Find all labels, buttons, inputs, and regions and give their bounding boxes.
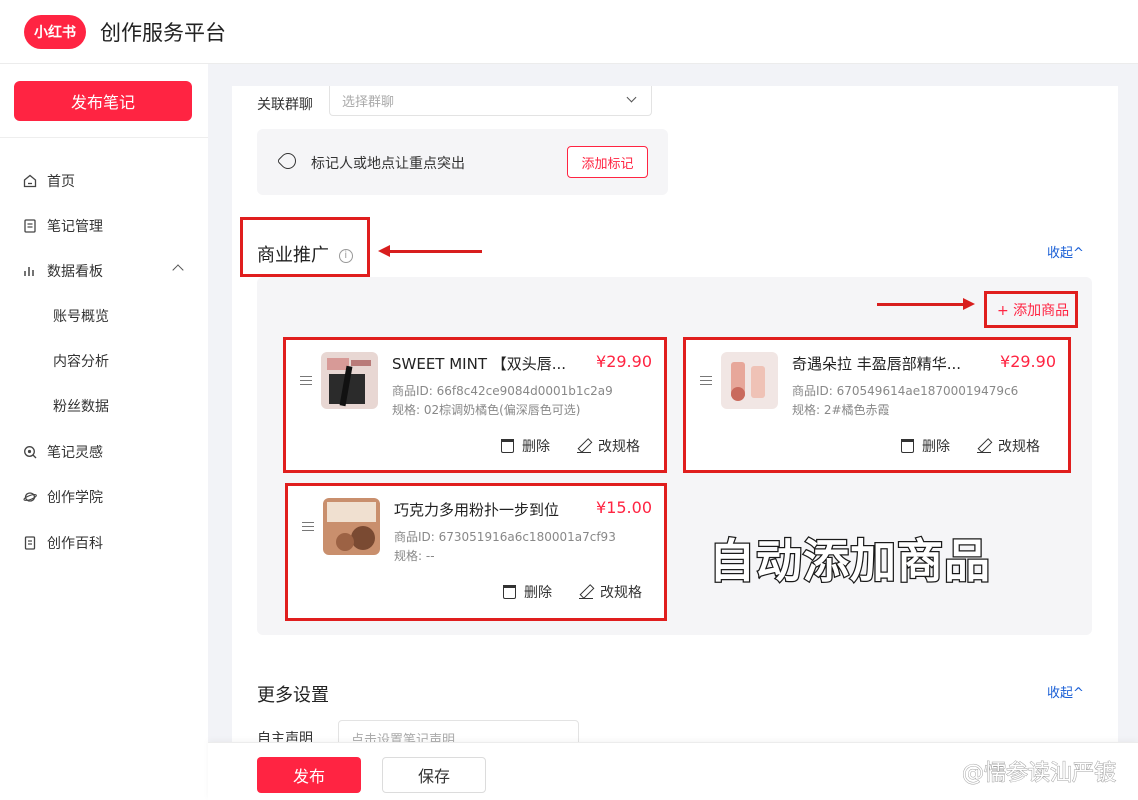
product-price: ¥29.90 bbox=[1000, 352, 1056, 371]
pencil-icon bbox=[977, 439, 991, 454]
trash-icon bbox=[501, 439, 514, 453]
sidebar-item-fans-data[interactable]: 粉丝数据 bbox=[53, 394, 223, 418]
product-thumbnail bbox=[721, 352, 778, 409]
delete-label: 删除 bbox=[922, 439, 950, 455]
publish-note-button[interactable]: 发布笔记 bbox=[14, 81, 192, 121]
delete-label: 删除 bbox=[522, 439, 550, 455]
sidebar-item-notes[interactable]: 笔记管理 bbox=[22, 214, 192, 238]
tag-hint: 标记人或地点让重点突出 bbox=[311, 156, 465, 172]
sidebar: 发布笔记 首页 笔记管理 数据看板 账号概览 内容分析 粉丝数据 笔记灵感 创作… bbox=[0, 64, 208, 800]
product-spec: 规格: 2#橘色赤霞 bbox=[792, 403, 890, 417]
product-thumbnail bbox=[323, 498, 380, 555]
home-icon bbox=[22, 173, 38, 189]
drag-handle-icon[interactable] bbox=[302, 522, 314, 531]
edit-spec-label: 改规格 bbox=[600, 585, 642, 601]
sidebar-item-account-overview[interactable]: 账号概览 bbox=[53, 304, 223, 328]
publish-button[interactable]: 发布 bbox=[257, 757, 361, 793]
bottom-action-bar: 发布 保存 @懦参读汕严镀 bbox=[208, 742, 1138, 800]
sidebar-item-label: 创作百科 bbox=[47, 536, 103, 552]
more-settings-title: 更多设置 bbox=[257, 685, 329, 706]
product-card: 奇遇朵拉 丰盈唇部精华... ¥29.90 商品ID: 670549614ae1… bbox=[683, 337, 1071, 473]
sidebar-divider bbox=[0, 137, 208, 138]
pencil-icon bbox=[577, 439, 591, 454]
product-card: SWEET MINT 【双头唇... ¥29.90 商品ID: 66f8c42c… bbox=[283, 337, 667, 473]
tag-panel: 标记人或地点让重点突出 添加标记 bbox=[257, 129, 668, 195]
sidebar-item-label: 粉丝数据 bbox=[53, 399, 109, 415]
app-title: 创作服务平台 bbox=[100, 20, 226, 45]
trash-icon bbox=[901, 439, 914, 453]
add-product-button[interactable]: + 添加商品 bbox=[997, 300, 1069, 320]
sidebar-item-label: 数据看板 bbox=[47, 264, 103, 280]
delete-product-button[interactable]: 删除 bbox=[901, 436, 950, 456]
group-chat-placeholder: 选择群聊 bbox=[342, 95, 395, 110]
group-chat-select[interactable]: 选择群聊 bbox=[329, 86, 652, 116]
sidebar-item-wiki[interactable]: 创作百科 bbox=[22, 531, 192, 555]
note-icon bbox=[22, 218, 38, 234]
book-icon bbox=[22, 535, 38, 551]
product-name: SWEET MINT 【双头唇... bbox=[392, 355, 567, 373]
sidebar-item-home[interactable]: 首页 bbox=[22, 169, 192, 193]
overlay-caption: 自动添加商品 bbox=[708, 533, 992, 590]
product-spec: 规格: 02棕调奶橘色(偏深唇色可选) bbox=[392, 403, 581, 417]
drag-handle-icon[interactable] bbox=[700, 376, 712, 385]
delete-product-button[interactable]: 删除 bbox=[503, 582, 552, 602]
edit-spec-label: 改规格 bbox=[998, 439, 1040, 455]
business-collapse-link[interactable]: 收起^ bbox=[1047, 242, 1084, 261]
product-thumbnail bbox=[321, 352, 378, 409]
edit-spec-button[interactable]: 改规格 bbox=[977, 436, 1040, 456]
group-chat-label: 关联群聊 bbox=[257, 97, 313, 113]
trash-icon bbox=[503, 585, 516, 599]
product-price: ¥15.00 bbox=[596, 498, 652, 517]
drag-handle-icon[interactable] bbox=[300, 376, 312, 385]
pencil-icon bbox=[579, 585, 593, 600]
product-spec: 规格: -- bbox=[394, 549, 435, 563]
add-tag-button[interactable]: 添加标记 bbox=[567, 146, 648, 178]
sidebar-item-label: 首页 bbox=[47, 174, 75, 190]
delete-label: 删除 bbox=[524, 585, 552, 601]
save-button[interactable]: 保存 bbox=[382, 757, 486, 793]
app-logo[interactable]: 小红书 bbox=[24, 14, 86, 49]
sidebar-item-label: 创作学院 bbox=[47, 490, 103, 506]
edit-spec-button[interactable]: 改规格 bbox=[579, 582, 642, 602]
product-price: ¥29.90 bbox=[596, 352, 652, 371]
edit-spec-label: 改规格 bbox=[598, 439, 640, 455]
product-id: 商品ID: 66f8c42ce9084d0001b1c2a9 bbox=[392, 384, 613, 398]
chevron-up-icon bbox=[172, 264, 184, 276]
lightbulb-icon bbox=[22, 444, 38, 460]
sidebar-item-label: 账号概览 bbox=[53, 309, 109, 325]
annotation-frame-business-title bbox=[240, 217, 370, 277]
delete-product-button[interactable]: 删除 bbox=[501, 436, 550, 456]
academy-icon bbox=[22, 489, 38, 505]
sidebar-item-dashboard[interactable]: 数据看板 bbox=[22, 259, 192, 283]
sidebar-item-academy[interactable]: 创作学院 bbox=[22, 485, 192, 509]
sidebar-item-content-analysis[interactable]: 内容分析 bbox=[53, 349, 223, 373]
watermark: @懦参读汕严镀 bbox=[961, 761, 1116, 787]
sidebar-item-label: 笔记灵感 bbox=[47, 445, 103, 461]
annotation-arrow-right bbox=[877, 298, 975, 310]
sidebar-item-label: 笔记管理 bbox=[47, 219, 103, 235]
bar-chart-icon bbox=[22, 263, 38, 279]
chevron-down-icon bbox=[626, 92, 637, 103]
tag-icon bbox=[276, 149, 300, 173]
product-card: 巧克力多用粉扑一步到位 ¥15.00 商品ID: 673051916a6c180… bbox=[285, 483, 667, 621]
sidebar-item-label: 内容分析 bbox=[53, 354, 109, 370]
product-id: 商品ID: 670549614ae18700019479c6 bbox=[792, 384, 1019, 398]
annotation-arrow-left bbox=[378, 245, 482, 257]
top-header: 小红书 创作服务平台 bbox=[0, 0, 1138, 64]
product-name: 巧克力多用粉扑一步到位 bbox=[394, 501, 560, 519]
more-settings-collapse-link[interactable]: 收起^ bbox=[1047, 682, 1084, 701]
sidebar-item-inspiration[interactable]: 笔记灵感 bbox=[22, 440, 192, 464]
product-id: 商品ID: 673051916a6c180001a7cf93 bbox=[394, 530, 616, 544]
edit-spec-button[interactable]: 改规格 bbox=[577, 436, 640, 456]
product-name: 奇遇朵拉 丰盈唇部精华... bbox=[792, 355, 962, 373]
